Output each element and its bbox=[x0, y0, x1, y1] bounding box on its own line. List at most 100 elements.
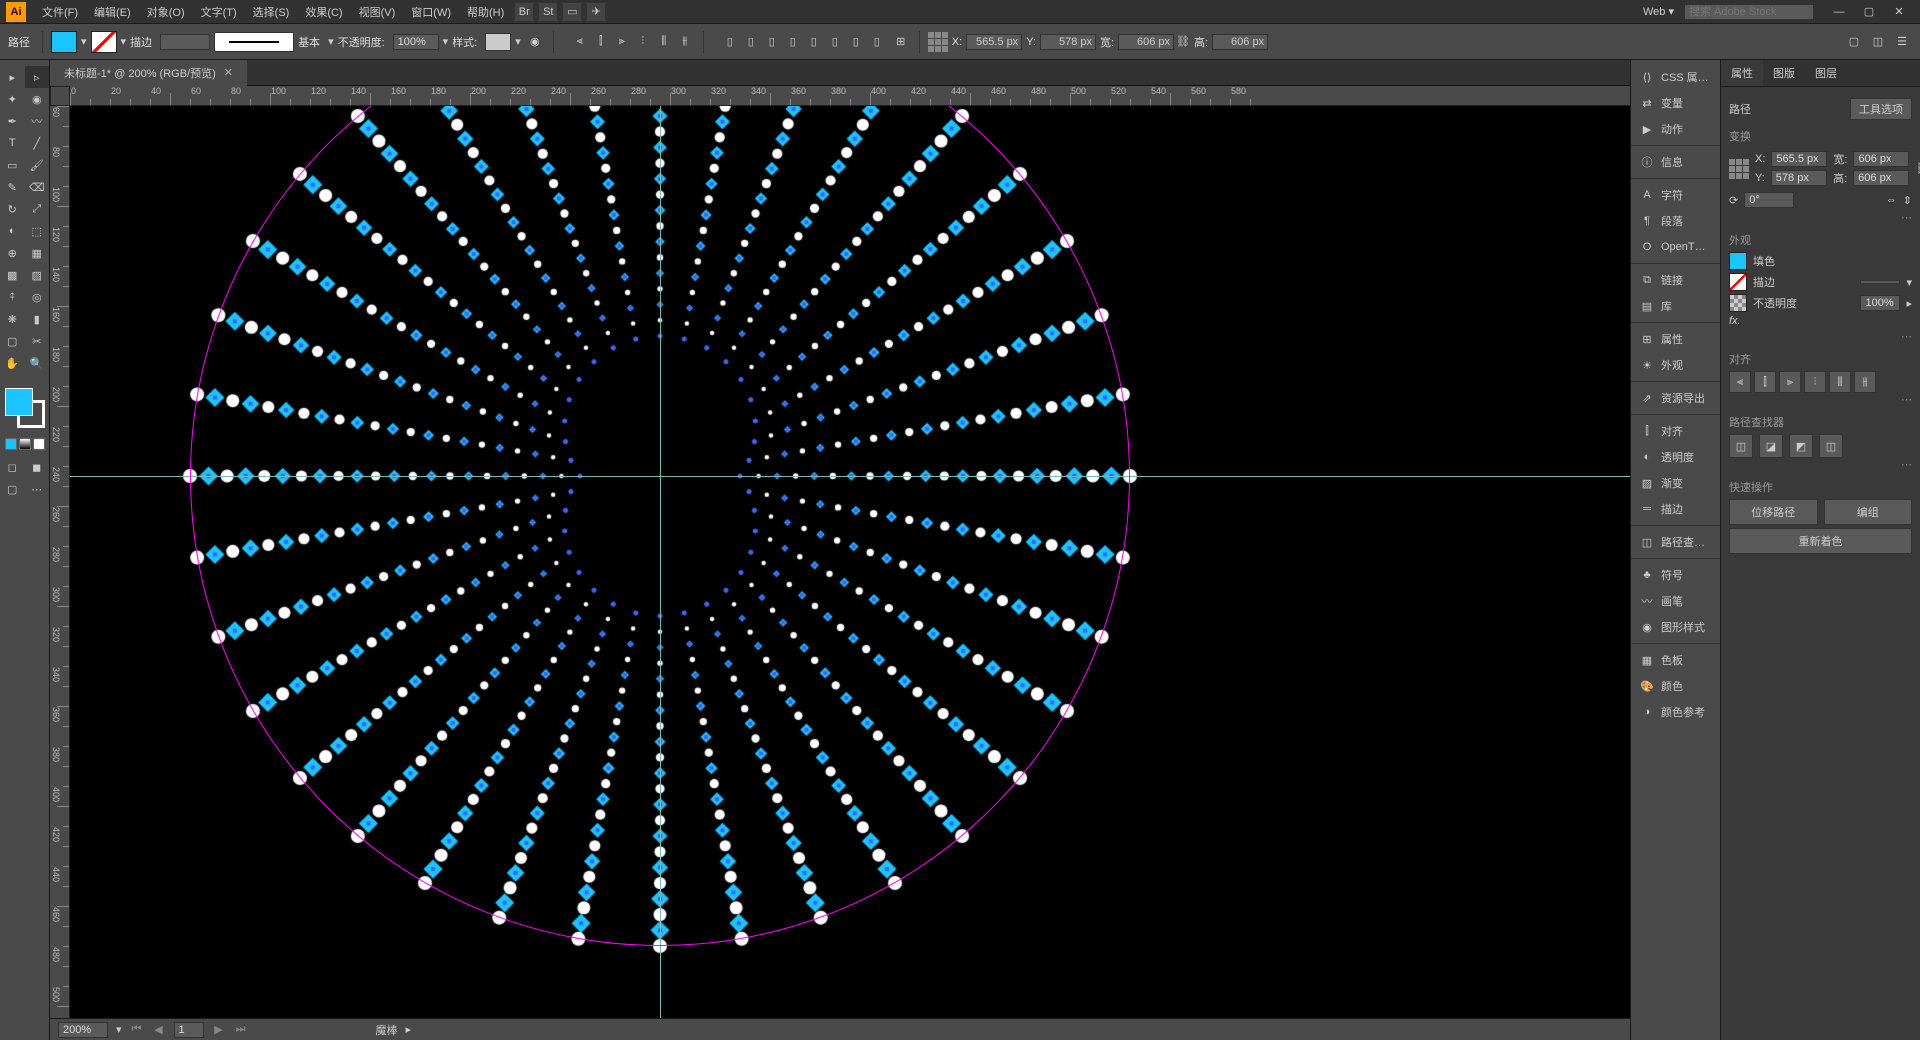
w-value-input[interactable]: 606 px bbox=[1118, 34, 1174, 50]
prop-h-input[interactable]: 606 px bbox=[1853, 170, 1909, 186]
options-menu-icon[interactable]: ☰ bbox=[1892, 32, 1912, 52]
dock-graphic-styles[interactable]: ◉图形样式 bbox=[1631, 614, 1720, 640]
dock-variables[interactable]: ⇄变量 bbox=[1631, 90, 1720, 116]
eyedropper-tool[interactable]: ⤉ bbox=[0, 286, 25, 308]
link-wh-icon[interactable]: ⛓ bbox=[1176, 35, 1190, 48]
dock-asset-export[interactable]: ⇗资源导出 bbox=[1631, 385, 1720, 411]
dock-color[interactable]: 🎨颜色 bbox=[1631, 673, 1720, 699]
menu-type[interactable]: 文字(T) bbox=[193, 0, 245, 24]
offset-path-button[interactable]: 位移路径 bbox=[1729, 499, 1818, 525]
bridge-icon[interactable]: Br bbox=[515, 3, 533, 21]
menu-edit[interactable]: 编辑(E) bbox=[86, 0, 139, 24]
dist-2-icon[interactable]: ▯ bbox=[741, 32, 761, 52]
opacity-dropdown-icon[interactable]: ▸ bbox=[1906, 297, 1912, 310]
dock-info[interactable]: ⓘ信息 bbox=[1631, 149, 1720, 175]
free-transform-tool[interactable]: ⬚ bbox=[25, 220, 50, 242]
ungroup-button[interactable]: 编组 bbox=[1824, 499, 1913, 525]
recolor-artwork-icon[interactable]: ◉ bbox=[525, 32, 545, 52]
shape-2-icon[interactable]: ◫ bbox=[1868, 32, 1888, 52]
menu-effect[interactable]: 效果(C) bbox=[297, 0, 350, 24]
lasso-tool[interactable]: ◉ bbox=[25, 88, 50, 110]
more-appearance-icon[interactable]: ⋯ bbox=[1729, 330, 1912, 343]
line-tool[interactable]: ╱ bbox=[25, 132, 50, 154]
shape-1-icon[interactable]: ▢ bbox=[1844, 32, 1864, 52]
color-mode-icon[interactable] bbox=[5, 438, 17, 450]
minimize-button[interactable]: — bbox=[1824, 2, 1854, 22]
dock-character[interactable]: A字符 bbox=[1631, 182, 1720, 208]
hand-tool[interactable]: ✋ bbox=[0, 352, 25, 374]
style-dropdown-icon[interactable]: ▾ bbox=[515, 35, 521, 48]
scale-tool[interactable]: ⤢ bbox=[25, 198, 50, 220]
prop-opacity-swatch[interactable] bbox=[1729, 294, 1747, 312]
prop-rotate-input[interactable]: 0° bbox=[1744, 192, 1794, 208]
arrange-icon[interactable]: ▭ bbox=[563, 3, 581, 21]
dock-css[interactable]: ⟨⟩CSS 属… bbox=[1631, 64, 1720, 90]
dock-properties[interactable]: ⊞属性 bbox=[1631, 326, 1720, 352]
dock-stroke[interactable]: ═描边 bbox=[1631, 496, 1720, 522]
rectangle-tool[interactable]: ▭ bbox=[0, 154, 25, 176]
symbol-sprayer-tool[interactable]: ❋ bbox=[0, 308, 25, 330]
menu-file[interactable]: 文件(F) bbox=[34, 0, 86, 24]
canvas[interactable] bbox=[70, 106, 1630, 1018]
more-options-icon[interactable]: ⋯ bbox=[1729, 211, 1912, 224]
selection-tool[interactable]: ▸ bbox=[0, 66, 25, 88]
screen-mode-icon[interactable]: ▢ bbox=[0, 478, 25, 500]
gradient-mode-icon[interactable] bbox=[19, 438, 31, 450]
maximize-button[interactable]: ▢ bbox=[1854, 2, 1884, 22]
stock-icon[interactable]: St bbox=[539, 3, 557, 21]
dist-8-icon[interactable]: ▯ bbox=[867, 32, 887, 52]
dock-transparency[interactable]: ◐透明度 bbox=[1631, 444, 1720, 470]
fill-dropdown-icon[interactable]: ▾ bbox=[81, 35, 87, 48]
pathfinder-unite[interactable]: ◫ bbox=[1729, 434, 1753, 458]
dist-1-icon[interactable]: ▯ bbox=[720, 32, 740, 52]
draw-normal-icon[interactable]: ◻ bbox=[0, 456, 25, 478]
dist-6-icon[interactable]: ▯ bbox=[825, 32, 845, 52]
ruler-origin[interactable] bbox=[50, 86, 70, 106]
gpu-icon[interactable]: ✈ bbox=[587, 3, 605, 21]
zoom-dropdown-icon[interactable]: ▾ bbox=[116, 1023, 122, 1036]
menu-select[interactable]: 选择(S) bbox=[245, 0, 298, 24]
graphic-style-swatch[interactable] bbox=[485, 33, 511, 51]
shaper-tool[interactable]: ✎ bbox=[0, 176, 25, 198]
reference-point[interactable] bbox=[928, 32, 948, 52]
paintbrush-tool[interactable]: 🖌 bbox=[25, 154, 50, 176]
menu-help[interactable]: 帮助(H) bbox=[459, 0, 512, 24]
dock-actions[interactable]: ▶动作 bbox=[1631, 116, 1720, 142]
prop-opacity-input[interactable]: 100% bbox=[1860, 295, 1900, 311]
pathfinder-minus[interactable]: ◪ bbox=[1759, 434, 1783, 458]
dock-links[interactable]: ⧉链接 bbox=[1631, 267, 1720, 293]
blend-tool[interactable]: ◎ bbox=[25, 286, 50, 308]
dock-color-guide[interactable]: ◑颜色参考 bbox=[1631, 699, 1720, 725]
fill-color-swatch[interactable] bbox=[51, 31, 77, 53]
menu-view[interactable]: 视图(V) bbox=[351, 0, 404, 24]
dock-brushes[interactable]: 〰画笔 bbox=[1631, 588, 1720, 614]
align-bottom-icon[interactable]: ⫵ bbox=[675, 32, 695, 52]
prop-stroke-weight[interactable] bbox=[1860, 280, 1900, 284]
zoom-input[interactable] bbox=[58, 1022, 108, 1038]
opacity-dropdown-icon[interactable]: ▾ bbox=[443, 35, 449, 48]
tab-artboards[interactable]: 图版 bbox=[1763, 60, 1805, 86]
stroke-dropdown-icon[interactable]: ▾ bbox=[121, 35, 127, 48]
artboard-number-input[interactable] bbox=[174, 1022, 204, 1038]
workspace-switcher[interactable]: Web ▾ bbox=[1633, 1, 1684, 22]
menu-object[interactable]: 对象(O) bbox=[139, 0, 193, 24]
last-artboard-icon[interactable]: ⏭ bbox=[234, 1023, 248, 1036]
rotate-tool[interactable]: ↻ bbox=[0, 198, 25, 220]
isolate-icon[interactable]: ⊞ bbox=[891, 32, 911, 52]
artboard-tool[interactable]: ▢ bbox=[0, 330, 25, 352]
prop-align-vcenter[interactable]: ⫼ bbox=[1829, 371, 1851, 393]
dock-gradient[interactable]: ▨渐变 bbox=[1631, 470, 1720, 496]
mesh-tool[interactable]: ▩ bbox=[0, 264, 25, 286]
stroke-weight-input[interactable] bbox=[160, 34, 210, 50]
vertical-ruler[interactable]: 6080100120140160180200220240260280300320… bbox=[50, 106, 70, 1018]
curvature-tool[interactable]: 〰 bbox=[25, 110, 50, 132]
prop-align-hcenter[interactable]: ⫿ bbox=[1754, 371, 1776, 393]
prop-stroke-swatch[interactable] bbox=[1729, 273, 1747, 291]
dock-pathfinder[interactable]: ◫路径查… bbox=[1631, 529, 1720, 555]
dock-symbols[interactable]: ♣符号 bbox=[1631, 562, 1720, 588]
flip-h-icon[interactable]: ⇔ bbox=[1886, 194, 1897, 206]
prop-x-input[interactable]: 565.5 px bbox=[1771, 151, 1827, 167]
gradient-tool[interactable]: ▨ bbox=[25, 264, 50, 286]
dock-paragraph[interactable]: ¶段落 bbox=[1631, 208, 1720, 234]
dock-libraries[interactable]: ▤库 bbox=[1631, 293, 1720, 319]
